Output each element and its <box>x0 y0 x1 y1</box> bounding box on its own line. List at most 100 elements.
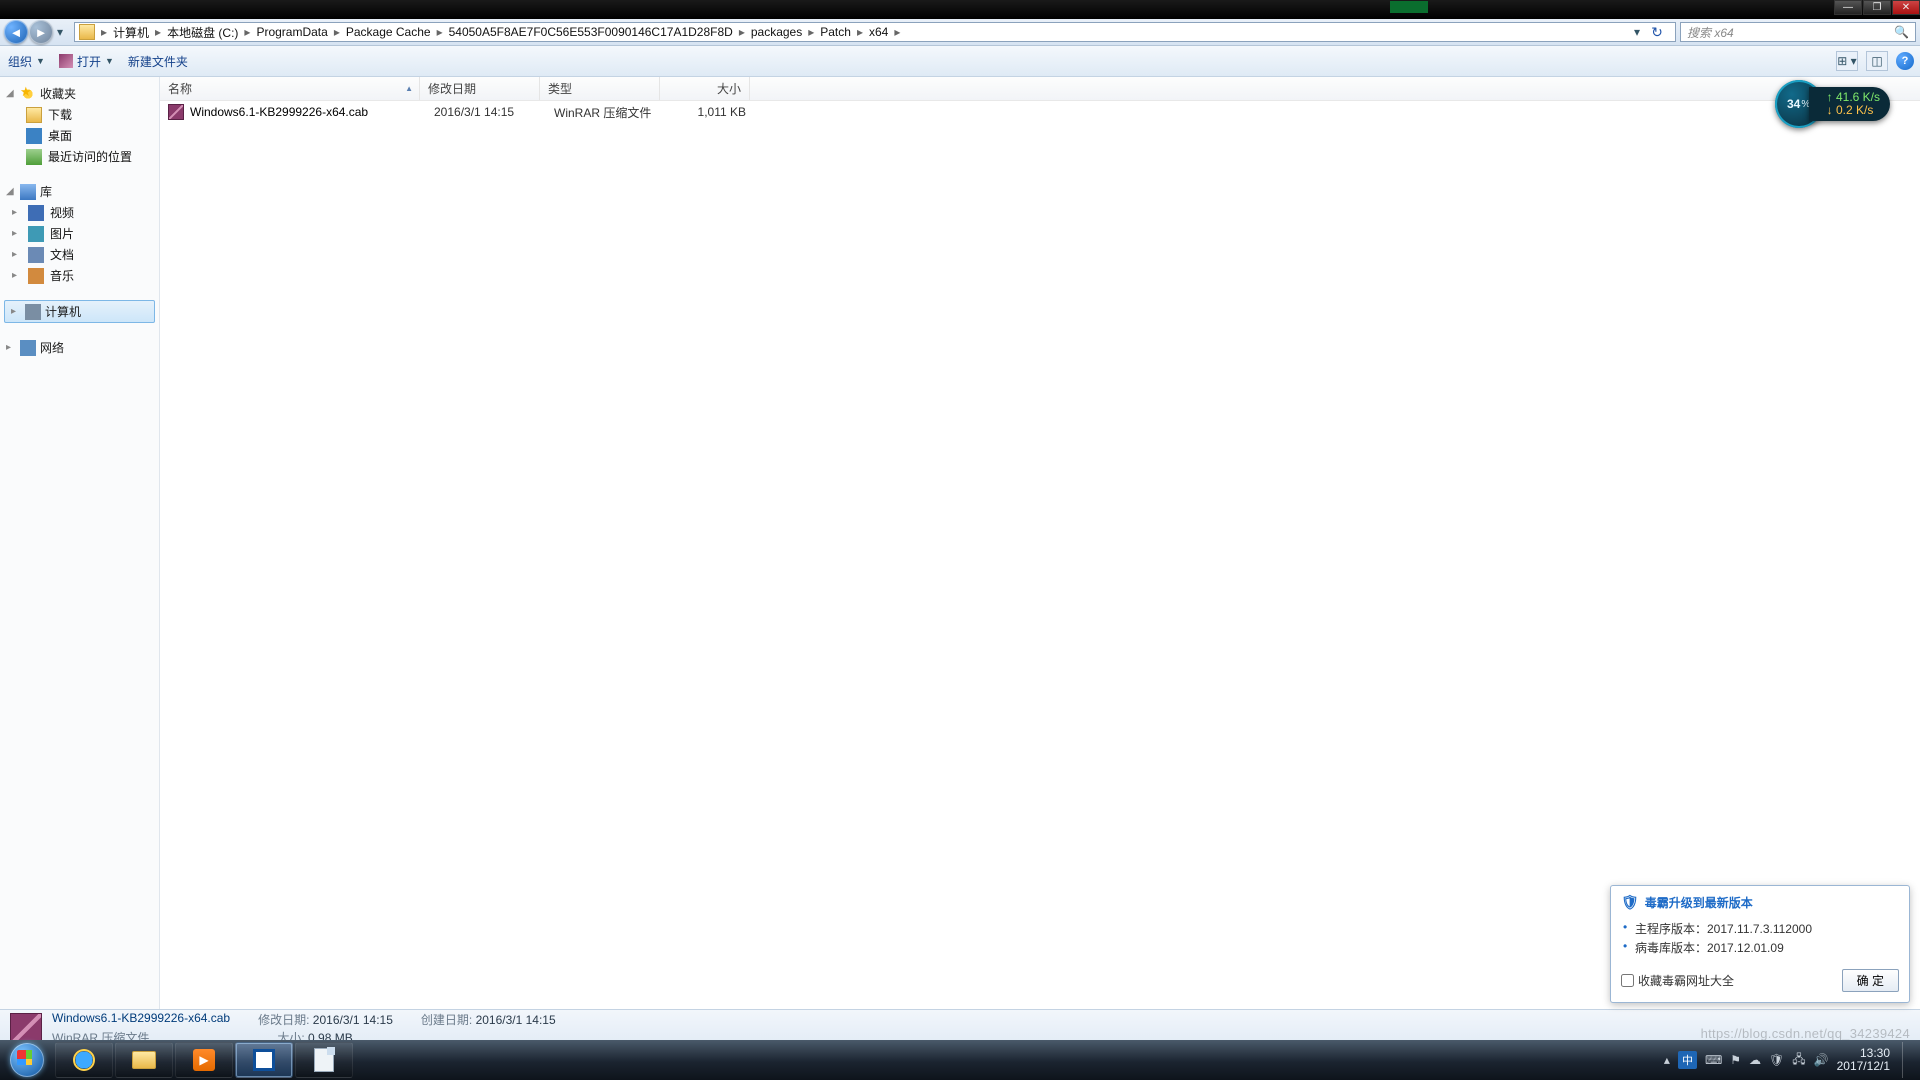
tray-overflow-icon[interactable]: ▴ <box>1664 1053 1670 1067</box>
close-button[interactable]: ✕ <box>1892 0 1920 15</box>
mediaplayer-icon: ▶ <box>193 1049 215 1071</box>
network-icon <box>20 340 36 356</box>
taskbar: ▶ ▴ 中 ⌨ ⚑ ☁ 🛡 🖧 🔊 13:30 2017/12/1 <box>0 1040 1920 1080</box>
crumb-guid[interactable]: 54050A5F8AE7F0C56E553F0090146C17A1D28F8D <box>445 25 737 39</box>
nav-recent[interactable]: 最近访问的位置 <box>0 146 159 167</box>
av-title: 毒霸升级到最新版本 <box>1645 894 1753 911</box>
tray-volume-icon[interactable]: 🔊 <box>1814 1053 1829 1067</box>
installer-icon <box>253 1049 275 1071</box>
nav-downloads[interactable]: 下载 <box>0 104 159 125</box>
nav-pictures[interactable]: ▸图片 <box>0 223 159 244</box>
recent-icon <box>26 149 42 165</box>
nav-desktop[interactable]: 桌面 <box>0 125 159 146</box>
video-icon <box>28 205 44 221</box>
tray-security-icon[interactable]: ⚑ <box>1730 1053 1741 1067</box>
pictures-icon <box>28 226 44 242</box>
taskbar-mediaplayer[interactable]: ▶ <box>175 1042 233 1078</box>
nav-computer[interactable]: ▸计算机 <box>4 300 155 323</box>
help-button[interactable]: ? <box>1896 52 1914 70</box>
gpu-indicator <box>1390 1 1428 13</box>
crumb-drive[interactable]: 本地磁盘 (C:) <box>163 24 242 41</box>
av-favorite-checkbox[interactable]: 收藏毒霸网址大全 <box>1621 972 1734 989</box>
refresh-button[interactable]: ↻ <box>1647 22 1667 42</box>
crumb-computer[interactable]: 计算机 <box>109 24 153 41</box>
library-icon <box>20 184 36 200</box>
file-type: WinRAR 压缩文件 <box>546 104 666 121</box>
view-options-button[interactable]: ⊞ ▾ <box>1836 51 1858 71</box>
details-created-value: 2016/3/1 14:15 <box>476 1013 556 1027</box>
details-modified-label: 修改日期: <box>258 1013 309 1027</box>
shield-icon: 🛡 <box>1621 894 1639 911</box>
taskbar-ie[interactable] <box>55 1042 113 1078</box>
ie-icon <box>73 1049 95 1071</box>
col-name[interactable]: 名称 <box>160 77 420 100</box>
search-icon: 🔍 <box>1894 25 1909 39</box>
tray-clock[interactable]: 13:30 2017/12/1 <box>1837 1047 1890 1073</box>
col-size[interactable]: 大小 <box>660 77 750 100</box>
file-row[interactable]: Windows6.1-KB2999226-x64.cab 2016/3/1 14… <box>160 101 1920 123</box>
crumb-packagecache[interactable]: Package Cache <box>342 25 435 39</box>
tray-keyboard-icon[interactable]: ⌨ <box>1705 1053 1722 1067</box>
preview-pane-button[interactable]: ◫ <box>1866 51 1888 71</box>
search-placeholder: 搜索 x64 <box>1687 24 1734 41</box>
col-type[interactable]: 类型 <box>540 77 660 100</box>
documents-icon <box>28 247 44 263</box>
organize-button[interactable]: 组织▼ <box>8 53 45 70</box>
nav-group-libraries[interactable]: ◢库 <box>0 181 159 202</box>
address-bar-row: ◄ ► ▾ ▸ 计算机▸ 本地磁盘 (C:)▸ ProgramData▸ Pac… <box>0 19 1920 46</box>
col-date[interactable]: 修改日期 <box>420 77 540 100</box>
tray-network-icon[interactable]: 🖧 <box>1792 1050 1805 1071</box>
tray-av-icon[interactable]: 🛡 <box>1769 1053 1784 1067</box>
network-monitor-widget[interactable]: 34% ↑ 41.6 K/s ↓ 0.2 K/s <box>1775 80 1890 128</box>
command-toolbar: 组织▼ 打开▼ 新建文件夹 ⊞ ▾ ◫ ? <box>0 46 1920 77</box>
downloads-icon <box>26 107 42 123</box>
nav-history-dropdown[interactable]: ▾ <box>54 25 66 39</box>
search-input[interactable]: 搜索 x64 🔍 <box>1680 22 1916 42</box>
av-program-version: 主程序版本：2017.11.7.3.112000 <box>1635 919 1899 938</box>
computer-icon <box>25 304 41 320</box>
notepad-icon <box>314 1048 334 1072</box>
music-icon <box>28 268 44 284</box>
details-filename: Windows6.1-KB2999226-x64.cab <box>52 1011 230 1025</box>
star-icon <box>20 86 36 102</box>
new-folder-button[interactable]: 新建文件夹 <box>128 53 188 70</box>
ime-indicator[interactable]: 中 <box>1678 1051 1697 1069</box>
archive-file-icon <box>168 104 184 120</box>
av-ok-button[interactable]: 确 定 <box>1842 969 1899 992</box>
crumb-programdata[interactable]: ProgramData <box>252 25 331 39</box>
watermark-text: https://blog.csdn.net/qq_34239424 <box>1701 1026 1910 1041</box>
nav-back-button[interactable]: ◄ <box>4 20 28 44</box>
nav-forward-button[interactable]: ► <box>29 20 53 44</box>
tray-cloud-icon[interactable]: ☁ <box>1749 1053 1761 1067</box>
folder-icon <box>132 1051 156 1069</box>
maximize-button[interactable]: ❐ <box>1863 0 1891 15</box>
taskbar-installer[interactable] <box>235 1042 293 1078</box>
file-size: 1,011 KB <box>666 105 756 119</box>
system-tray: ▴ 中 ⌨ ⚑ ☁ 🛡 🖧 🔊 13:30 2017/12/1 <box>1656 1042 1920 1078</box>
start-button[interactable] <box>0 1040 54 1080</box>
desktop-icon <box>26 128 42 144</box>
breadcrumb-bar[interactable]: ▸ 计算机▸ 本地磁盘 (C:)▸ ProgramData▸ Package C… <box>74 22 1676 42</box>
details-modified-value: 2016/3/1 14:15 <box>313 1013 393 1027</box>
window-titlebar: — ❐ ✕ <box>0 0 1920 19</box>
crumb-patch[interactable]: Patch <box>816 25 855 39</box>
open-button[interactable]: 打开▼ <box>59 53 114 70</box>
address-dropdown-icon[interactable]: ▾ <box>1629 25 1645 39</box>
archive-icon <box>59 54 73 68</box>
file-list-pane: 名称 修改日期 类型 大小 Windows6.1-KB2999226-x64.c… <box>160 77 1920 1009</box>
crumb-x64[interactable]: x64 <box>865 25 892 39</box>
nav-network[interactable]: ▸网络 <box>0 337 159 358</box>
file-date: 2016/3/1 14:15 <box>426 105 546 119</box>
taskbar-notepad[interactable] <box>295 1042 353 1078</box>
network-speed-panel: ↑ 41.6 K/s ↓ 0.2 K/s <box>1809 87 1890 121</box>
antivirus-update-popup: 🛡毒霸升级到最新版本 主程序版本：2017.11.7.3.112000 病毒库版… <box>1610 885 1910 1003</box>
crumb-packages[interactable]: packages <box>747 25 806 39</box>
column-headers: 名称 修改日期 类型 大小 <box>160 77 1920 101</box>
taskbar-explorer[interactable] <box>115 1042 173 1078</box>
nav-video[interactable]: ▸视频 <box>0 202 159 223</box>
nav-group-favorites[interactable]: ◢收藏夹 <box>0 83 159 104</box>
show-desktop-button[interactable] <box>1902 1042 1912 1078</box>
nav-music[interactable]: ▸音乐 <box>0 265 159 286</box>
nav-documents[interactable]: ▸文档 <box>0 244 159 265</box>
minimize-button[interactable]: — <box>1834 0 1862 15</box>
